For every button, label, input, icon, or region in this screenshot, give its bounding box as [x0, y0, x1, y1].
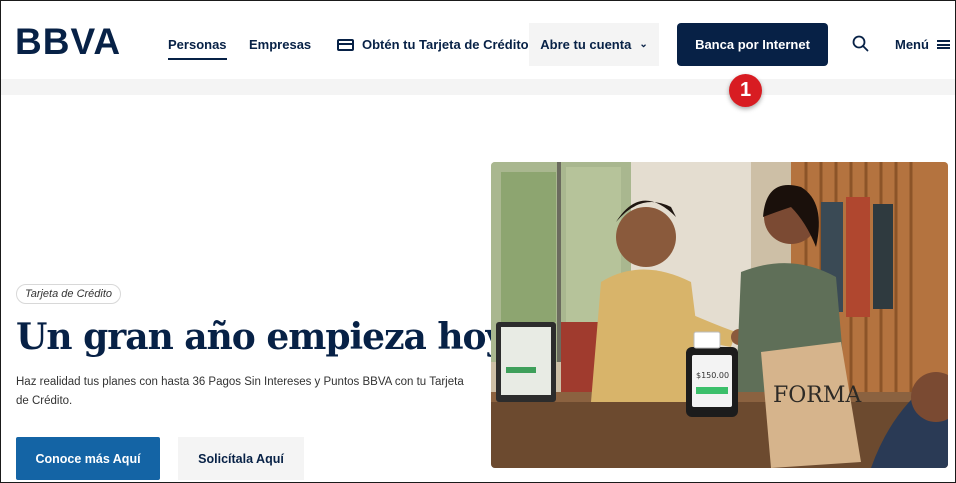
- card-icon: [337, 38, 354, 51]
- menu-button[interactable]: Menú: [895, 37, 950, 52]
- nav-personas[interactable]: Personas: [168, 37, 227, 60]
- nav-empresas[interactable]: Empresas: [249, 37, 311, 52]
- nav-personas-label: Personas: [168, 37, 227, 52]
- abre-tu-cuenta-dropdown[interactable]: Abre tu cuenta ⌄: [529, 23, 659, 66]
- banca-por-internet-button[interactable]: Banca por Internet: [677, 23, 828, 66]
- abre-tu-cuenta-label: Abre tu cuenta: [540, 37, 632, 52]
- hero-tag: Tarjeta de Crédito: [16, 284, 122, 304]
- nav-obten-tarjeta-label: Obtén tu Tarjeta de Crédito: [362, 37, 529, 52]
- bbva-logo[interactable]: BBVA: [15, 23, 121, 60]
- conoce-mas-button[interactable]: Conoce más Aquí: [16, 437, 160, 480]
- menu-label: Menú: [895, 37, 929, 52]
- pos-screen-amount: $150.00: [696, 371, 729, 380]
- hero-description: Haz realidad tus planes con hasta 36 Pag…: [16, 376, 464, 407]
- site-header: BBVA Personas Empresas Obtén tu Tarjeta …: [1, 1, 955, 79]
- nav-obten-tarjeta[interactable]: Obtén tu Tarjeta de Crédito: [337, 37, 529, 52]
- header-divider-band: [1, 79, 955, 95]
- step-marker: 1: [729, 74, 762, 107]
- hero-headline: Un gran año empieza hoy: [16, 316, 506, 358]
- nav-active-underline: [168, 58, 227, 60]
- search-icon[interactable]: [852, 35, 869, 52]
- bag-text: FORMA: [773, 383, 862, 408]
- hero-image: FORMA $150.00: [491, 162, 948, 468]
- chevron-down-icon: ⌄: [639, 39, 648, 50]
- menu-icon: [936, 40, 950, 49]
- solicitala-button[interactable]: Solicítala Aquí: [178, 437, 304, 480]
